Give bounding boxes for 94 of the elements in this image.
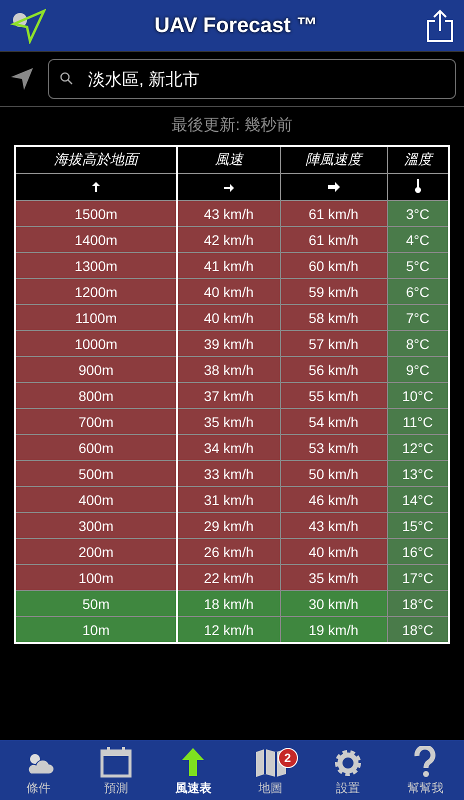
table-cell: 53 km/h <box>280 434 387 460</box>
table-cell: 1500m <box>15 200 177 226</box>
cloud-plane-icon[interactable] <box>10 8 46 44</box>
share-icon[interactable] <box>426 8 454 42</box>
table-cell: 18°C <box>387 616 449 643</box>
table-cell: 4°C <box>387 226 449 252</box>
table-cell: 31 km/h <box>177 486 280 512</box>
table-cell: 12 km/h <box>177 616 280 643</box>
table-cell: 50m <box>15 590 177 616</box>
up-arrow-icon <box>180 746 206 778</box>
table-cell: 10m <box>15 616 177 643</box>
table-cell: 26 km/h <box>177 538 280 564</box>
help-icon <box>413 746 438 778</box>
right-arrow-icon <box>328 182 340 192</box>
table-cell: 12°C <box>387 434 449 460</box>
table-cell: 400m <box>15 486 177 512</box>
tab-bar-item[interactable]: 風速表 <box>158 746 228 797</box>
table-cell: 1100m <box>15 304 177 330</box>
table-cell: 600m <box>15 434 177 460</box>
up-arrow-icon <box>92 182 100 192</box>
last-updated-text: 最後更新: 幾秒前 <box>170 116 294 136</box>
calendar-icon <box>98 746 133 778</box>
table-cell: 5°C <box>387 252 449 278</box>
tab-bar-item[interactable]: 設置 <box>312 748 383 797</box>
table-cell: 1300m <box>15 252 177 278</box>
table-cell: 55 km/h <box>280 382 387 408</box>
table-cell: 18 km/h <box>177 590 280 616</box>
table-cell: 9°C <box>387 356 449 382</box>
tab-bar-item[interactable]: 預測 <box>80 746 151 797</box>
table-cell: 35 km/h <box>177 408 280 434</box>
table-cell: 60 km/h <box>280 252 387 278</box>
table-cell: 10°C <box>387 382 449 408</box>
table-cell: 57 km/h <box>280 330 387 356</box>
table-cell: 46 km/h <box>280 486 387 512</box>
table-cell: 14°C <box>387 486 449 512</box>
table-cell: 6°C <box>387 278 449 304</box>
table-cell: 38 km/h <box>177 356 280 382</box>
table-cell: 200m <box>15 538 177 564</box>
settings-icon <box>332 748 363 778</box>
thermometer-icon <box>414 178 421 192</box>
column-header: 風速 <box>177 146 280 174</box>
table-cell: 100m <box>15 564 177 590</box>
table-cell: 40 km/h <box>280 538 387 564</box>
table-cell: 800m <box>15 382 177 408</box>
table-cell: 1400m <box>15 226 177 252</box>
table-cell: 41 km/h <box>177 252 280 278</box>
table-cell: 54 km/h <box>280 408 387 434</box>
table-cell: 13°C <box>387 460 449 486</box>
table-cell: 17°C <box>387 564 449 590</box>
table-cell: 8°C <box>387 330 449 356</box>
table-cell: 39 km/h <box>177 330 280 356</box>
search-field[interactable]: 淡水區, 新北市 <box>48 59 456 99</box>
table-cell: 900m <box>15 356 177 382</box>
table-cell: 15°C <box>387 512 449 538</box>
table-cell: 43 km/h <box>177 200 280 226</box>
table-cell: 30 km/h <box>280 590 387 616</box>
tab-bar-item[interactable]: 幫幫我 <box>390 746 460 797</box>
table-cell: 40 km/h <box>177 304 280 330</box>
column-header: 陣風速度 <box>280 146 387 174</box>
location-arrow-icon[interactable] <box>10 67 34 91</box>
column-header: 溫度 <box>387 146 449 174</box>
table-cell: 19 km/h <box>280 616 387 643</box>
table-cell: 29 km/h <box>177 512 280 538</box>
column-header: 海拔高於地面 <box>15 146 177 174</box>
table-cell: 22 km/h <box>177 564 280 590</box>
table-cell: 37 km/h <box>177 382 280 408</box>
table-cell: 1200m <box>15 278 177 304</box>
table-cell: 7°C <box>387 304 449 330</box>
table-cell: 16°C <box>387 538 449 564</box>
table-cell: 58 km/h <box>280 304 387 330</box>
table-cell: 3°C <box>387 200 449 226</box>
search-icon <box>60 72 73 85</box>
table-cell: 300m <box>15 512 177 538</box>
table-cell: 18°C <box>387 590 449 616</box>
right-arrow-icon <box>224 184 234 192</box>
table-cell: 56 km/h <box>280 356 387 382</box>
table-cell: 50 km/h <box>280 460 387 486</box>
table-cell: 43 km/h <box>280 512 387 538</box>
table-cell: 1000m <box>15 330 177 356</box>
table-cell: 34 km/h <box>177 434 280 460</box>
table-cell: 11°C <box>387 408 449 434</box>
app-title: UAV Forecast ™ <box>154 14 318 38</box>
table-cell: 61 km/h <box>280 200 387 226</box>
tab-bar-item[interactable]: 地圖 2 <box>236 748 306 797</box>
table-cell: 61 km/h <box>280 226 387 252</box>
table-cell: 700m <box>15 408 177 434</box>
notification-badge: 2 <box>278 748 298 768</box>
table-cell: 42 km/h <box>177 226 280 252</box>
table-cell: 59 km/h <box>280 278 387 304</box>
table-cell: 500m <box>15 460 177 486</box>
table-cell: 40 km/h <box>177 278 280 304</box>
tab-bar-item[interactable]: 條件 <box>4 748 74 797</box>
table-cell: 35 km/h <box>280 564 387 590</box>
table-cell: 33 km/h <box>177 460 280 486</box>
